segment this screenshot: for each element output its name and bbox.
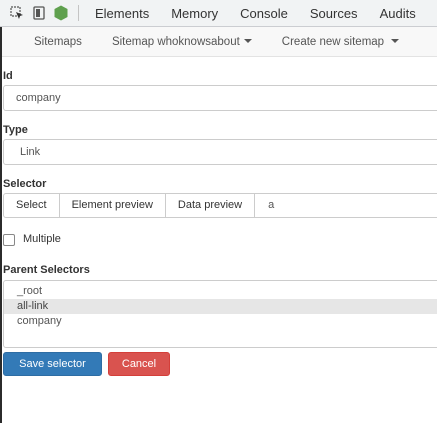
- devtools-toolbar: Elements Memory Console Sources Audits: [0, 0, 437, 27]
- window-edge: [0, 0, 2, 423]
- device-toolbar-icon[interactable]: [28, 0, 50, 27]
- parent-option-all-link[interactable]: all-link: [4, 299, 437, 314]
- inspect-element-icon[interactable]: [6, 0, 28, 27]
- multiple-label: Multiple: [23, 232, 61, 245]
- multiple-checkbox[interactable]: [3, 234, 15, 246]
- parent-selectors-label: Parent Selectors: [3, 264, 90, 276]
- nav-sitemap-dropdown-label: Sitemap whoknowsabout: [111, 35, 240, 48]
- toolbar-separator: [78, 5, 79, 21]
- tab-memory[interactable]: Memory: [160, 0, 229, 27]
- nav-create-sitemap[interactable]: Create new sitemap: [267, 36, 414, 48]
- multiple-option: Multiple: [3, 231, 61, 246]
- type-select[interactable]: Link: [3, 139, 437, 165]
- parent-option-company[interactable]: company: [4, 314, 437, 329]
- sitemap-navbar: Sitemaps Sitemap whoknowsabout Create ne…: [2, 27, 437, 57]
- caret-down-icon: [243, 39, 252, 44]
- select-button[interactable]: Select: [3, 193, 60, 218]
- parent-selectors-list[interactable]: _root all-link company: [3, 280, 437, 348]
- node-hexagon-icon[interactable]: [50, 0, 72, 27]
- nav-sitemap-dropdown[interactable]: Sitemap whoknowsabout: [97, 36, 267, 48]
- parent-option-root[interactable]: _root: [4, 284, 437, 299]
- data-preview-button[interactable]: Data preview: [164, 193, 256, 218]
- tab-audits[interactable]: Audits: [369, 0, 427, 27]
- save-selector-button[interactable]: Save selector: [3, 352, 102, 376]
- tab-elements[interactable]: Elements: [83, 0, 160, 27]
- selector-controls: Select Element preview Data preview a: [3, 193, 437, 218]
- nav-sitemaps[interactable]: Sitemaps: [2, 36, 97, 48]
- type-label: Type: [3, 124, 28, 136]
- caret-down-icon: [391, 39, 400, 44]
- selector-label: Selector: [3, 178, 47, 190]
- tab-console[interactable]: Console: [229, 0, 299, 27]
- element-preview-button[interactable]: Element preview: [58, 193, 166, 218]
- nav-create-sitemap-label: Create new sitemap: [281, 35, 385, 48]
- cancel-button[interactable]: Cancel: [108, 352, 170, 376]
- id-input[interactable]: company: [3, 85, 437, 111]
- tab-sources[interactable]: Sources: [299, 0, 369, 27]
- id-label: Id: [3, 70, 13, 82]
- selector-input[interactable]: a: [254, 193, 437, 218]
